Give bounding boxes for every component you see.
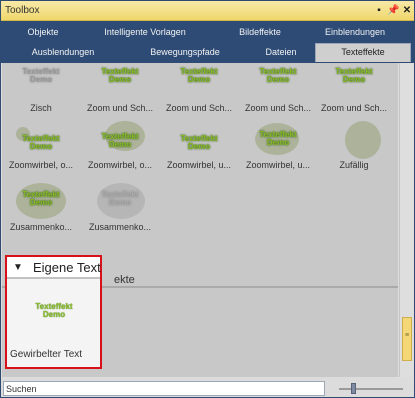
effect-thumbnail: Texteffekt Demo — [180, 67, 218, 84]
tab-ausblendungen[interactable]: Ausblendungen — [29, 43, 97, 62]
pin-icon[interactable]: 📌 — [387, 4, 399, 17]
effect-label: Zoomwirbel, u... — [245, 160, 311, 170]
effect-label: Zusammenko... — [9, 222, 73, 232]
effect-item[interactable]: Texteffekt Demo Zoom und Sch... — [317, 64, 391, 120]
bottom-bar — [1, 379, 414, 397]
effect-item[interactable]: Texteffekt Demo Zoom und Sch... — [83, 64, 157, 120]
effect-thumbnail: Texteffekt Demo — [91, 121, 149, 159]
effect-thumbnail: Texteffekt Demo — [12, 183, 70, 221]
section-title: Eigene Texte — [33, 260, 101, 275]
effect-thumbnail[interactable]: Texteffekt Demo — [19, 303, 89, 319]
effect-label: Zoom und Sch... — [165, 103, 233, 113]
effect-item[interactable]: Texteffekt Demo Zoomwirbel, o... — [4, 121, 78, 177]
tab-intelligente-vorlagen[interactable]: Intelligente Vorlagen — [99, 23, 191, 42]
search-input[interactable] — [3, 381, 325, 396]
effect-thumbnail: Texteffekt Demo — [101, 67, 139, 84]
section-header[interactable]: ▼ Eigene Texte — [7, 257, 101, 279]
effect-label: Zoom und Sch... — [244, 103, 312, 113]
effect-label: Zoomwirbel, u... — [166, 160, 232, 170]
effect-item[interactable]: Texteffekt Demo Zoom und Sch... — [162, 64, 236, 120]
effect-label: Zoomwirbel, o... — [87, 160, 153, 170]
tab-dateien[interactable]: Dateien — [259, 43, 303, 62]
effect-label: Zusammenko... — [88, 222, 152, 232]
effect-label: Zufällig — [339, 160, 369, 170]
tab-bar: Objekte Intelligente Vorlagen Bildeffekt… — [1, 21, 414, 63]
effect-item[interactable]: Texteffekt Demo Zisch — [4, 64, 78, 120]
effect-label: Zisch — [30, 103, 52, 113]
tab-bildeffekte[interactable]: Bildeffekte — [233, 23, 287, 42]
effect-item[interactable]: Texteffekt Demo Zoomwirbel, o... — [83, 121, 157, 177]
effect-thumbnail: Texteffekt Demo — [12, 121, 70, 159]
effect-thumbnail: Texteffekt Demo — [335, 67, 373, 84]
close-button[interactable]: ✕ — [401, 4, 413, 17]
window-menu-button[interactable]: ▪ — [373, 4, 385, 17]
effect-label: Zoom und Sch... — [86, 103, 154, 113]
zoom-slider-thumb[interactable] — [351, 383, 356, 394]
effect-item[interactable]: Texteffekt Demo Zoomwirbel, u... — [162, 121, 236, 177]
section-header-label: ekte — [114, 274, 135, 286]
collapse-triangle-icon[interactable]: ▼ — [13, 262, 23, 273]
effect-thumbnail: Texteffekt Demo — [259, 67, 297, 84]
effect-item[interactable]: Texteffekt Demo Zusammenko... — [4, 183, 78, 239]
effect-label: Zoom und Sch... — [320, 103, 388, 113]
vertical-scrollbar[interactable]: ≡ — [399, 63, 413, 377]
titlebar: Toolbox ▪ 📌 ✕ — [1, 1, 414, 21]
tab-texteffekte[interactable]: Texteffekte — [315, 43, 411, 62]
effect-label: Zoomwirbel, o... — [8, 160, 74, 170]
zoom-slider-track[interactable] — [339, 388, 403, 390]
custom-texts-section: ▼ Eigene Texte Texteffekt Demo Gewirbelt… — [5, 255, 102, 369]
effect-thumbnail — [325, 121, 383, 159]
window-title: Toolbox — [5, 5, 40, 16]
effect-item[interactable]: Zufällig — [317, 121, 391, 177]
tab-einblendungen[interactable]: Einblendungen — [321, 23, 389, 42]
effect-item[interactable]: Texteffekt Demo Zoom und Sch... — [241, 64, 315, 120]
tab-bewegungspfade[interactable]: Bewegungspfade — [147, 43, 223, 62]
effect-label[interactable]: Gewirbelter Text — [10, 349, 82, 360]
effect-item[interactable]: Texteffekt Demo Zusammenko... — [83, 183, 157, 239]
scrollbar-thumb[interactable]: ≡ — [402, 317, 412, 361]
effect-item[interactable]: Texteffekt Demo Zoomwirbel, u... — [241, 121, 315, 177]
effect-thumbnail: Texteffekt Demo — [249, 121, 307, 159]
tab-objekte[interactable]: Objekte — [23, 23, 63, 42]
toolbox-window: Toolbox ▪ 📌 ✕ Objekte Intelligente Vorla… — [0, 0, 415, 398]
grip-icon: ≡ — [405, 332, 410, 339]
effect-thumbnail: Texteffekt Demo — [91, 183, 149, 221]
effect-thumbnail: Texteffekt Demo — [22, 67, 60, 84]
effect-thumbnail: Texteffekt Demo — [180, 134, 218, 151]
